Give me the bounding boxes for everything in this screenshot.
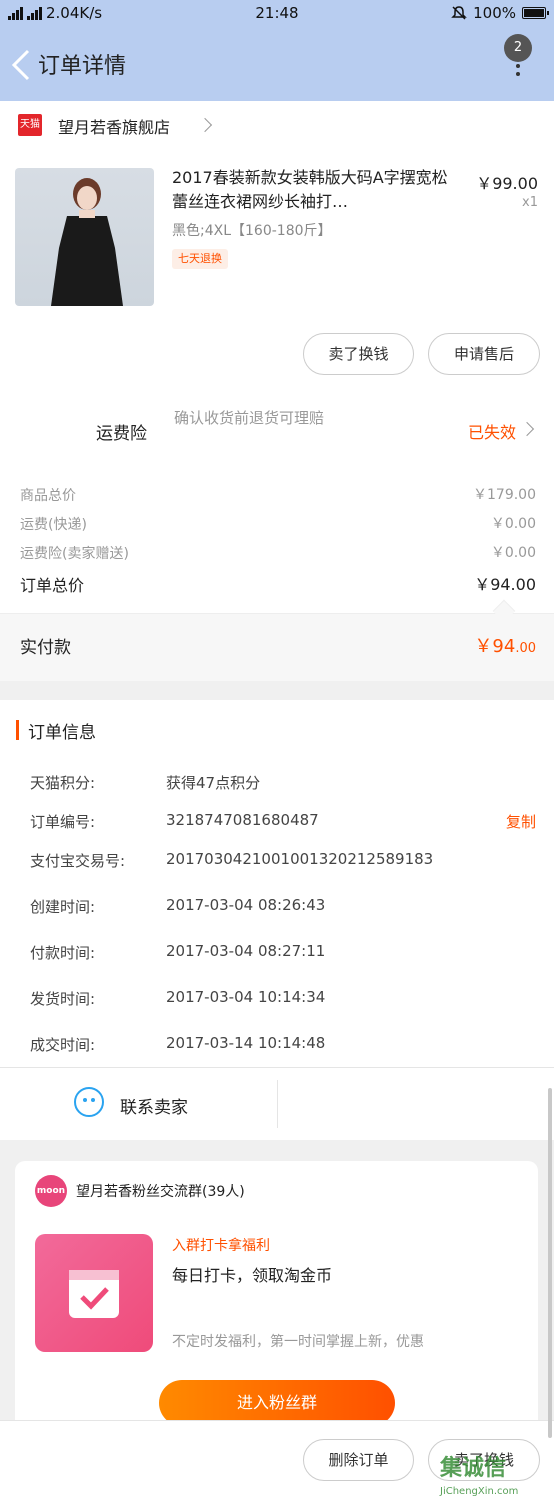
fee-label: 运费(快递)	[20, 517, 87, 533]
order-number: 3218747081680487	[166, 811, 319, 829]
product-quantity: x1	[522, 195, 538, 210]
shop-name[interactable]: 望月若香旗舰店	[58, 114, 170, 138]
paid-amount-decimal: .00	[515, 641, 536, 656]
order-info-title: 订单信息	[28, 723, 96, 743]
paid-amount-int: ￥94	[474, 636, 516, 657]
after-sale-button[interactable]: 申请售后	[428, 333, 540, 375]
fan-group-title[interactable]: 望月若香粉丝交流群(39人)	[76, 1181, 245, 1201]
info-label: 付款时间:	[30, 944, 96, 962]
fan-group-logo: moon	[35, 1175, 67, 1207]
status-bar: 2.04K/s 21:48 100%	[0, 0, 554, 28]
info-label: 成交时间:	[30, 1036, 96, 1054]
more-dot-icon	[516, 72, 520, 76]
fee-label: 商品总价	[20, 488, 76, 504]
divider	[0, 1067, 554, 1068]
order-info-card	[0, 700, 554, 1140]
resell-button[interactable]: 卖了换钱	[303, 333, 414, 375]
info-label: 创建时间:	[30, 898, 96, 916]
shipping-insurance-label: 运费险	[96, 424, 147, 444]
back-arrow-icon[interactable]	[10, 48, 34, 82]
paid-amount: ￥94.00	[474, 632, 536, 658]
page-title: 订单详情	[38, 54, 127, 79]
divider	[277, 1080, 278, 1128]
info-value: 2017-03-04 08:26:43	[166, 896, 326, 914]
info-value: 2017-03-14 10:14:48	[166, 1034, 326, 1052]
product-image[interactable]	[15, 168, 154, 306]
watermark-text: 集诚信	[440, 1456, 507, 1481]
order-total-label: 订单总价	[20, 576, 85, 595]
copy-button[interactable]: 复制	[506, 811, 536, 832]
order-total-value: ￥94.00	[474, 575, 536, 594]
return-policy-tag: 七天退换	[172, 249, 228, 269]
tmall-badge: 天猫	[18, 114, 42, 136]
notification-badge: 2	[504, 34, 532, 62]
scrollbar[interactable]	[548, 1088, 552, 1438]
watermark: 集诚信 JiChengXin.com	[440, 1450, 550, 1497]
product-price: ￥99.00	[476, 174, 538, 193]
paid-label: 实付款	[20, 638, 71, 658]
info-label: 订单编号:	[30, 813, 96, 831]
shipping-insurance-status[interactable]: 已失效	[468, 419, 516, 443]
fee-value: ￥179.00	[473, 487, 536, 503]
shipping-insurance-desc: 确认收货前退货可理赔	[174, 409, 325, 427]
fan-group-tag: 入群打卡拿福利	[172, 1238, 270, 1254]
info-value: 2017-03-04 08:27:11	[166, 942, 326, 960]
chat-bubble-icon[interactable]	[74, 1087, 104, 1117]
fee-label: 运费险(卖家赠送)	[20, 546, 129, 562]
fee-value: ￥0.00	[490, 516, 536, 532]
info-label: 发货时间:	[30, 990, 96, 1008]
battery-icon	[522, 7, 549, 19]
fan-group-desc: 不定时发福利，第一时间掌握上新，优惠	[172, 1334, 424, 1350]
contact-seller-button[interactable]: 联系卖家	[120, 1093, 188, 1118]
fan-group-headline: 每日打卡，领取淘金币	[172, 1266, 333, 1285]
more-dot-icon	[516, 64, 520, 68]
info-value: 2017030421001001320212589183	[166, 850, 434, 868]
bell-muted-icon	[451, 6, 467, 20]
info-label: 天猫积分:	[30, 774, 96, 792]
product-title[interactable]: 2017春装新款女装韩版大码A字摆宽松蕾丝连衣裙网纱长袖打…	[172, 166, 457, 214]
watermark-url: JiChengXin.com	[440, 1486, 519, 1497]
info-label: 支付宝交易号:	[30, 852, 126, 870]
section-accent-bar	[16, 720, 19, 740]
product-sku: 黑色;4XL【160-180斤】	[172, 223, 332, 239]
more-menu-button[interactable]: 2	[504, 34, 532, 78]
info-value: 获得47点积分	[166, 774, 261, 792]
battery-level: 100%	[473, 4, 516, 22]
fee-value: ￥0.00	[490, 545, 536, 561]
calendar-check-icon	[69, 1270, 119, 1318]
delete-order-button[interactable]: 删除订单	[303, 1439, 414, 1481]
paid-amount-row	[0, 613, 554, 681]
info-value: 2017-03-04 10:14:34	[166, 988, 326, 1006]
